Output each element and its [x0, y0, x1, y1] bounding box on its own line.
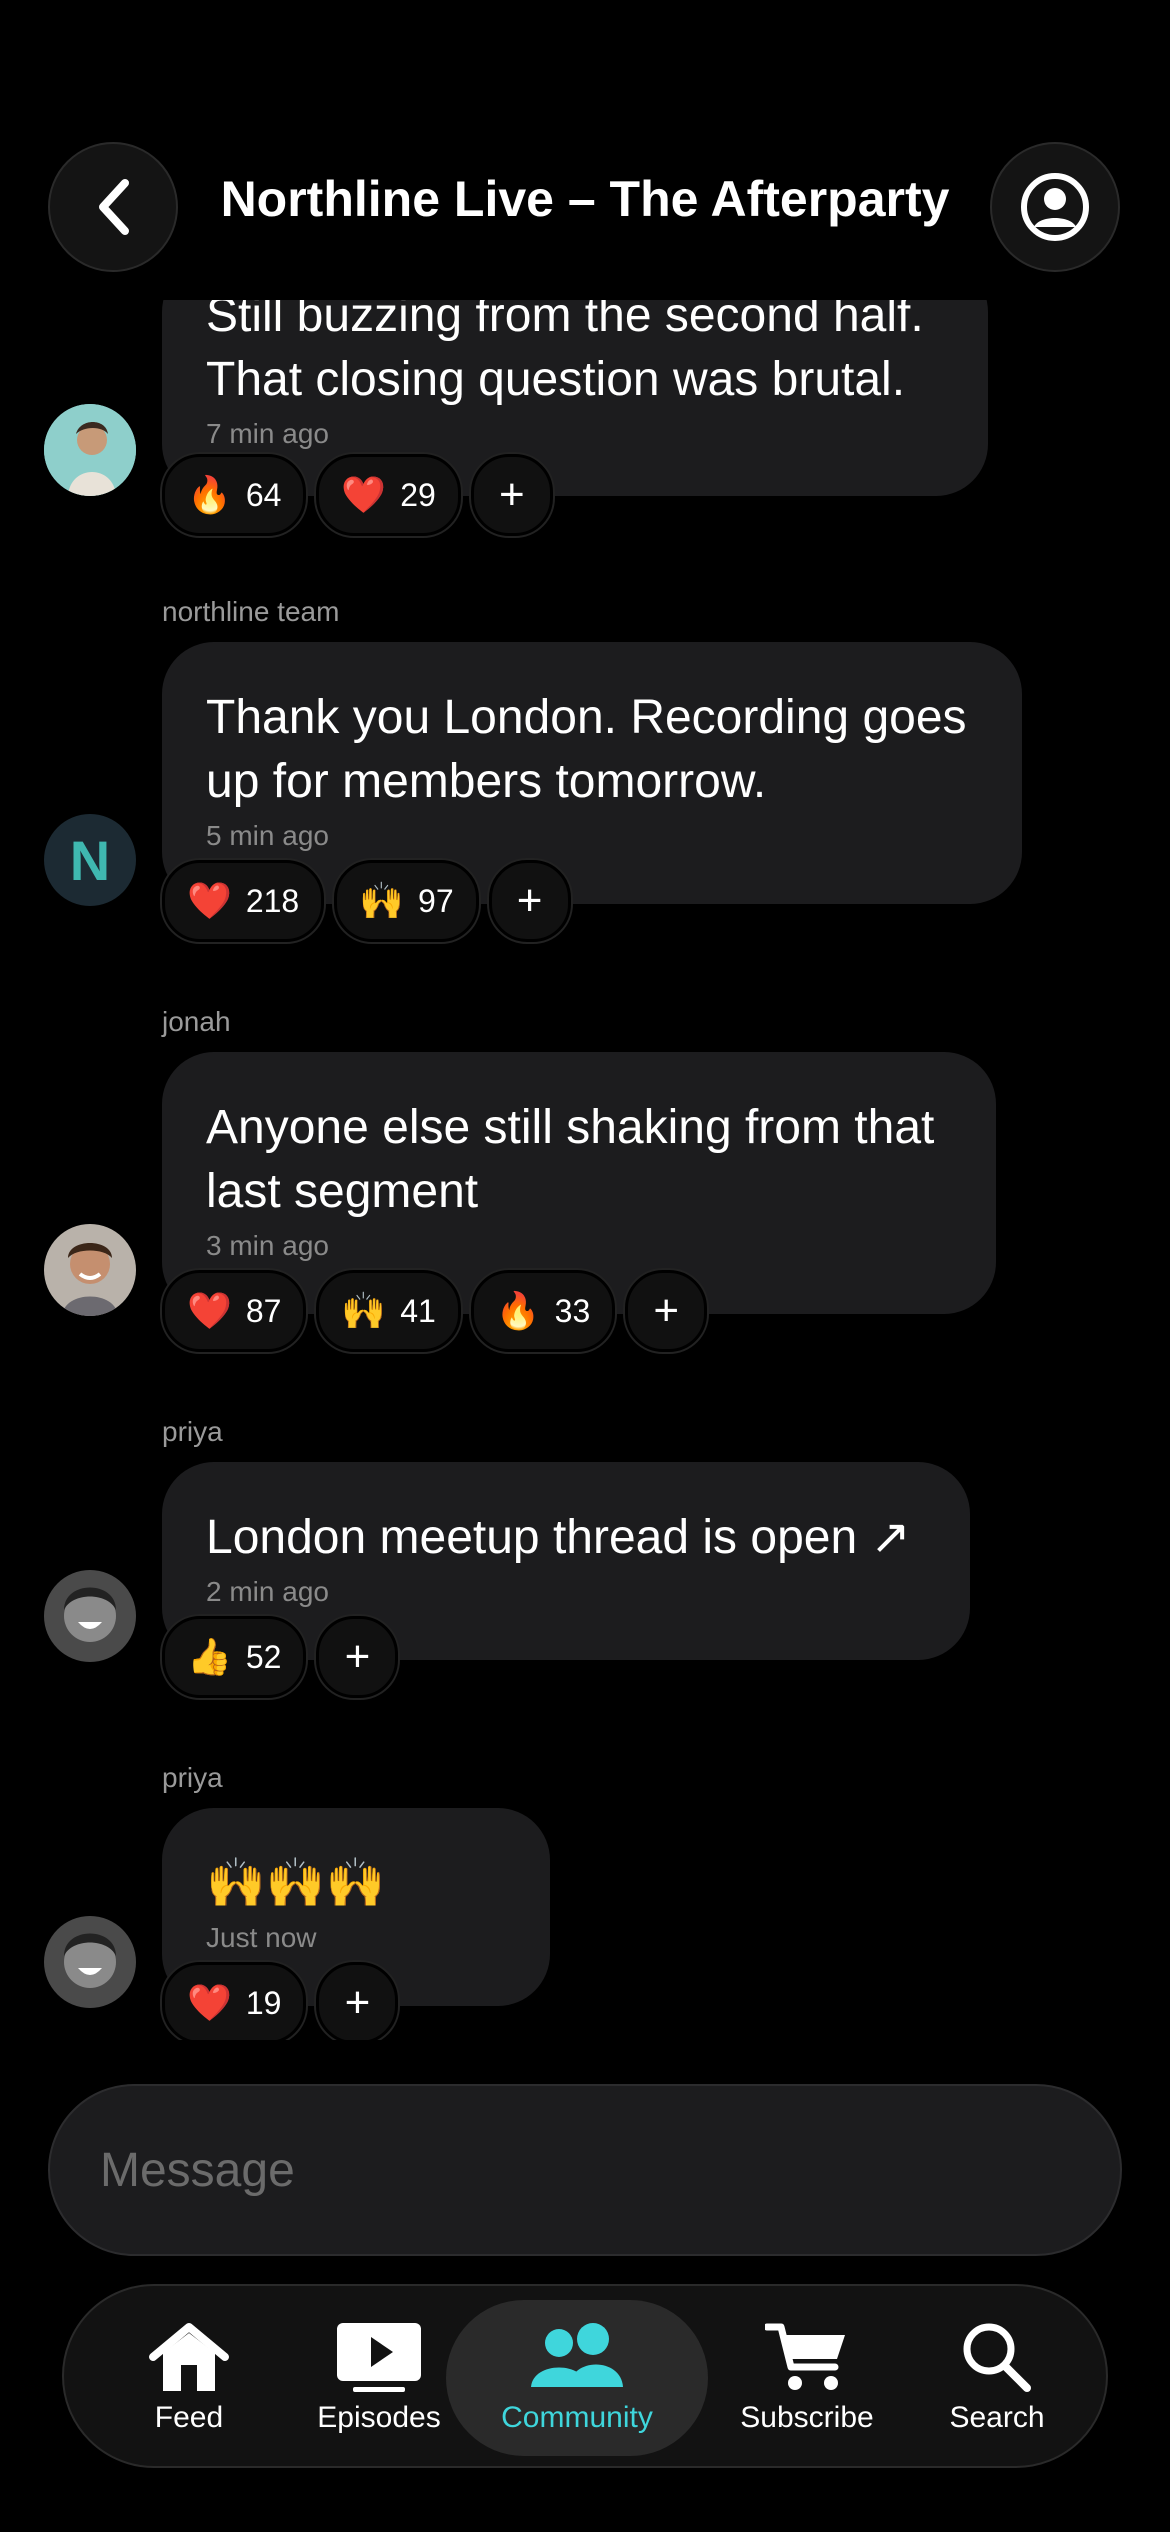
reaction-count: 33	[554, 1292, 591, 1329]
reaction-count: 97	[418, 882, 454, 919]
message-timestamp: Just now	[206, 1922, 317, 1953]
heart-icon: ❤️	[187, 1290, 232, 1331]
add-reaction-button[interactable]: +	[316, 1962, 399, 2040]
search-icon	[963, 2323, 1031, 2392]
add-reaction-button[interactable]: +	[625, 1270, 708, 1352]
message-input[interactable]	[98, 2141, 1002, 2199]
tab-bar: Feed Episodes Community Subscribe Search	[62, 2284, 1108, 2468]
reaction-chip[interactable]: 🔥 33	[470, 1270, 616, 1352]
reaction-chip[interactable]: ❤️ 218	[162, 860, 325, 942]
account-circle-icon	[1021, 173, 1089, 241]
message-text: Still buzzing from the second half.	[206, 300, 924, 342]
avatar-letter: N	[69, 828, 111, 892]
chat-title: Northline Live – The Afterparty	[220, 171, 950, 227]
avatar[interactable]	[44, 1916, 136, 2008]
tab-label: Episodes	[317, 2401, 441, 2434]
message-text: 🙌🙌🙌	[206, 1857, 386, 1910]
reaction-chip[interactable]: ❤️ 87	[162, 1270, 307, 1352]
reaction-count: 218	[245, 882, 300, 919]
message-author: priya	[162, 1416, 223, 1447]
avatar[interactable]	[44, 1224, 136, 1316]
reaction-chip[interactable]: ❤️ 19	[162, 1962, 307, 2040]
avatar[interactable]	[44, 1570, 136, 1662]
heart-icon: ❤️	[341, 474, 387, 515]
message-timestamp: 7 min ago	[206, 418, 329, 449]
avatar[interactable]	[44, 404, 136, 496]
tab-search[interactable]: Search	[912, 2300, 1082, 2456]
profile-button[interactable]	[990, 142, 1120, 272]
play-icon	[337, 2323, 421, 2392]
raised-hands-icon: 🙌	[359, 880, 405, 921]
thumbs-up-icon: 👍	[187, 1636, 232, 1677]
message-list[interactable]: Still buzzing from the second half. That…	[0, 300, 1170, 2040]
reaction-bar: 👍 52 +	[162, 1616, 399, 1698]
people-icon	[531, 2323, 623, 2387]
reaction-chip[interactable]: 🙌 41	[316, 1270, 461, 1352]
message-timestamp: 5 min ago	[206, 820, 329, 851]
reaction-count: 52	[245, 1638, 282, 1675]
tab-label: Subscribe	[740, 2401, 874, 2434]
reaction-bar: 🔥 64 ❤️ 29 +	[162, 454, 553, 536]
message-timestamp: 3 min ago	[206, 1230, 329, 1261]
reaction-chip[interactable]: 👍 52	[162, 1616, 307, 1698]
reaction-chip[interactable]: ❤️ 29	[316, 454, 461, 536]
message-link[interactable]: London meetup thread is open ↗	[206, 1506, 926, 1570]
back-button[interactable]	[48, 142, 178, 272]
reaction-bar: ❤️ 19 +	[162, 1962, 399, 2040]
message-timestamp: 2 min ago	[206, 1576, 329, 1607]
reaction-chip[interactable]: 🙌 97	[334, 860, 479, 942]
reaction-count: 87	[245, 1292, 282, 1329]
tab-label: Feed	[154, 2401, 224, 2434]
tab-subscribe[interactable]: Subscribe	[712, 2300, 902, 2456]
reaction-bar: ❤️ 218 🙌 97 +	[162, 860, 571, 942]
avatar[interactable]: N	[44, 814, 136, 906]
message-text: up for members tomorrow.	[206, 755, 767, 808]
home-icon	[149, 2323, 229, 2391]
fire-icon: 🔥	[187, 474, 232, 515]
message-composer	[48, 2084, 1122, 2256]
tab-label: Community	[501, 2401, 653, 2434]
heart-icon: ❤️	[187, 880, 232, 921]
add-reaction-button[interactable]: +	[316, 1616, 399, 1698]
reaction-count: 19	[245, 1984, 282, 2021]
message-text: That closing question was brutal.	[206, 353, 906, 406]
reaction-bar: ❤️ 87 🙌 41 🔥 33 +	[162, 1270, 708, 1352]
tab-community[interactable]: Community	[446, 2300, 708, 2456]
add-reaction-button[interactable]: +	[488, 860, 571, 942]
tab-feed[interactable]: Feed	[104, 2300, 274, 2456]
fire-icon: 🔥	[495, 1290, 541, 1331]
message-text: Thank you London. Recording goes	[206, 691, 967, 744]
tab-label: Search	[949, 2401, 1045, 2434]
raised-hands-icon: 🙌	[341, 1290, 387, 1331]
chevron-left-icon	[99, 179, 129, 235]
message-author: jonah	[162, 1006, 231, 1037]
reaction-count: 29	[400, 476, 436, 513]
reaction-count: 64	[245, 476, 282, 513]
add-reaction-button[interactable]: +	[470, 454, 553, 536]
cart-icon	[765, 2323, 845, 2390]
heart-icon: ❤️	[187, 1982, 232, 2023]
reaction-count: 41	[400, 1292, 436, 1329]
message-text: Anyone else still shaking from that	[206, 1101, 935, 1154]
message-text: last segment	[206, 1165, 479, 1218]
message-author: priya	[162, 1762, 223, 1793]
reaction-chip[interactable]: 🔥 64	[162, 454, 307, 536]
message-author: northline team	[162, 596, 340, 627]
